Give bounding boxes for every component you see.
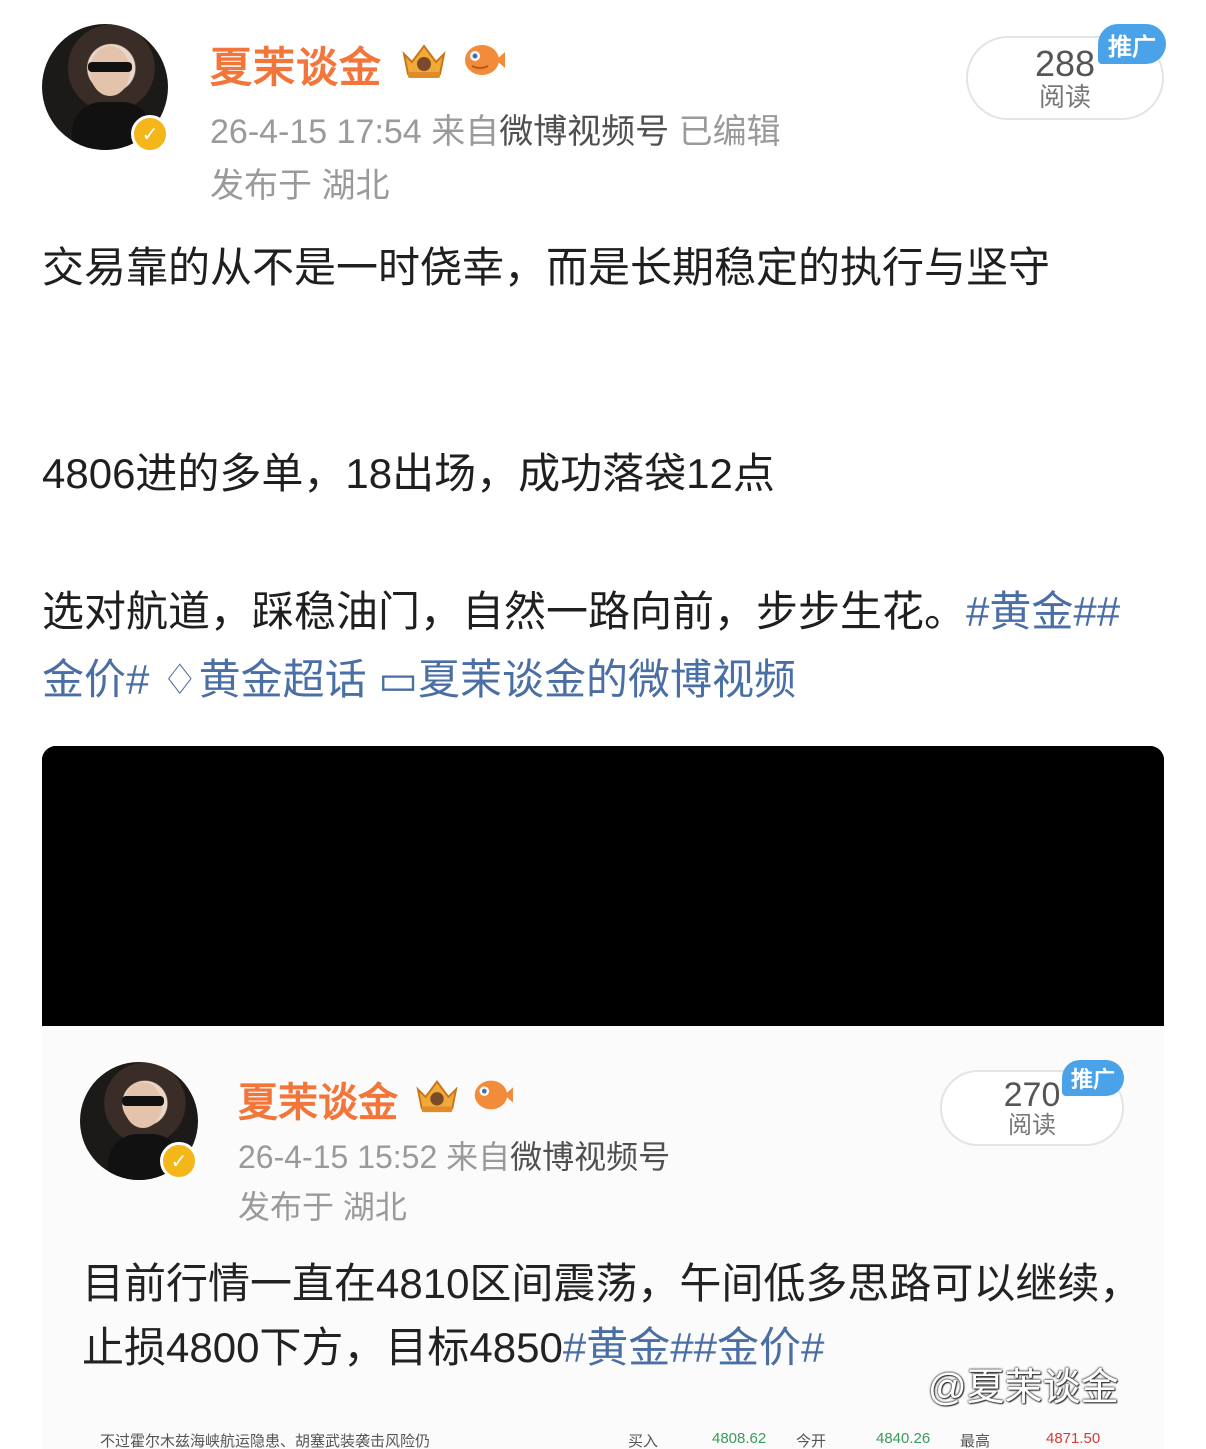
embedded-source: 微博视频号 <box>510 1139 671 1175</box>
fish-badge-icon[interactable] <box>458 38 506 82</box>
ticker-high-label: 最高 <box>960 1433 991 1449</box>
read-label: 阅读 <box>1038 82 1091 112</box>
embedded-location: 发布于 湖北 <box>238 1189 407 1225</box>
post-meta: 26-4-15 17:54 来自微博视频号 已编辑 <box>210 104 781 153</box>
source-link[interactable]: 微博视频号 <box>499 113 669 151</box>
embedded-source-prefix: 来自 <box>446 1139 511 1175</box>
promo-tag[interactable]: 推广 <box>1098 24 1166 64</box>
post-paragraph-2: 4806进的多单，18出场，成功落袋12点 <box>42 450 775 497</box>
embedded-hashtags: #黄金##金价# <box>562 1324 825 1371</box>
embedded-timestamp: 26-4-15 15:52 <box>238 1139 438 1175</box>
ticker-open-value: 4840.26 <box>876 1430 931 1447</box>
ticker-open-label: 今开 <box>796 1433 827 1449</box>
video-black-area[interactable] <box>42 746 1164 1026</box>
video-link[interactable]: ▭夏茉谈金的微博视频 <box>378 656 796 703</box>
supertopic-link[interactable]: ♢黄金超话 <box>161 656 367 703</box>
ticker-high-value: 4871.50 <box>1046 1430 1101 1447</box>
embedded-crown-badge-icon <box>416 1080 458 1113</box>
username[interactable]: 夏茉谈金 <box>210 34 382 95</box>
post-paragraph-3: 选对航道，踩稳油门，自然一路向前，步步生花。#黄金##金价# ♢黄金超话 ▭夏茉… <box>42 578 1162 714</box>
crown-badge-icon[interactable] <box>398 38 450 82</box>
embedded-username: 夏茉谈金 <box>238 1081 398 1125</box>
post-paragraph-1: 交易靠的从不是一时侥幸，而是长期稳定的执行与坚守 <box>42 244 1051 291</box>
ticker-buy-label: 买入 <box>628 1433 659 1449</box>
embedded-fish-badge-icon <box>474 1080 513 1110</box>
post-header: ✓ 夏茉谈金 26-4-15 17:54 来自微博视频号 已编辑 发布于 湖北 … <box>0 0 1206 210</box>
verified-icon: ✓ <box>131 115 169 153</box>
ticker-buy-value: 4808.62 <box>712 1430 767 1447</box>
embedded-promo-tag: 推广 <box>1062 1060 1124 1096</box>
watermark: @夏茉谈金 <box>928 1367 1119 1409</box>
source-prefix: 来自 <box>431 113 500 151</box>
edited-label[interactable]: 已编辑 <box>679 113 781 151</box>
ticker-headline: 不过霍尔木兹海峡航运隐患、胡塞武装袭击风险仍 <box>100 1433 431 1449</box>
video-player[interactable]: ✓ 夏茉谈金 26-4-15 15:52 来自微博视频号 发布于 湖北 270 … <box>42 746 1164 1449</box>
embedded-ticker-strip: 不过霍尔木兹海峡航运隐患、胡塞武装袭击风险仍 买入 4808.62 今开 484… <box>100 1428 1164 1449</box>
embedded-verified-icon: ✓ <box>160 1142 198 1180</box>
location: 发布于 湖北 <box>210 167 390 205</box>
timestamp: 26-4-15 17:54 <box>210 113 422 151</box>
paragraph-3-text: 选对航道，踩稳油门，自然一路向前，步步生花。 <box>42 588 967 635</box>
embedded-meta: 26-4-15 15:52 来自微博视频号 <box>238 1132 670 1178</box>
embedded-read-label: 阅读 <box>1008 1112 1056 1139</box>
